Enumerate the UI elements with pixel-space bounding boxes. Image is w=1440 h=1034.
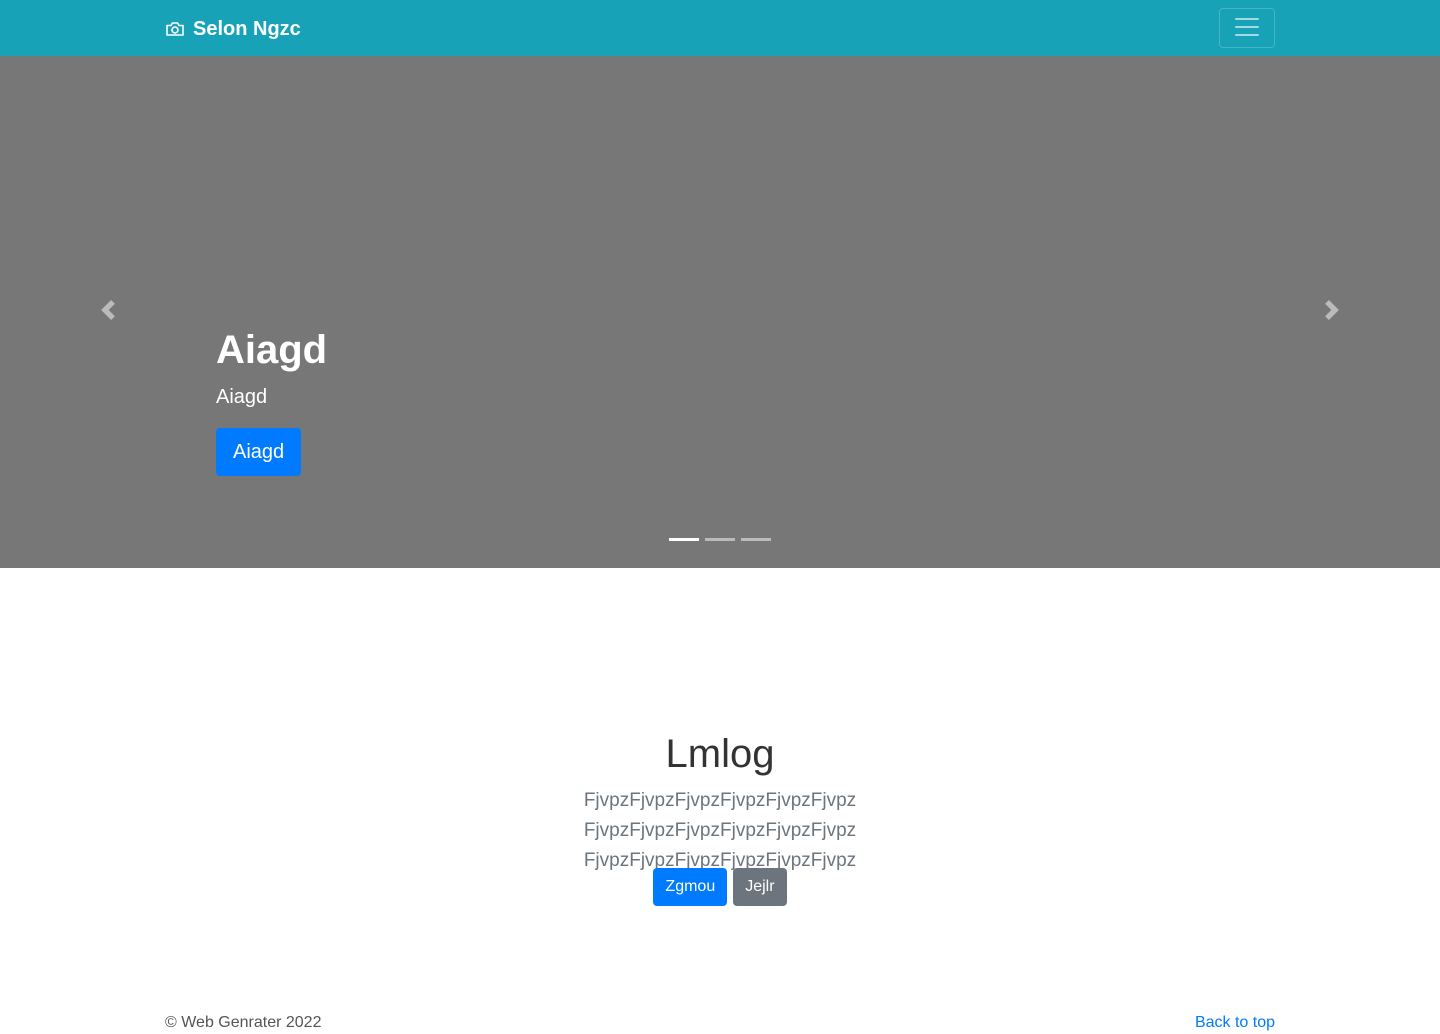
hamburger-menu-icon (1232, 12, 1262, 45)
brand-name: Selon Ngzc (193, 17, 301, 40)
section-button-row: Zgmou Jejlr (0, 868, 1440, 906)
secondary-action-button[interactable]: Jejlr (733, 868, 787, 906)
carousel-next-button[interactable] (1312, 292, 1352, 332)
brand-link[interactable]: Selon Ngzc (165, 16, 301, 42)
carousel-subtitle: Aiagd (216, 386, 268, 408)
section-lead-text: FjvpzFjvpzFjvpzFjvpzFjvpzFjvpz FjvpzFjvp… (583, 790, 857, 871)
carousel-cta-button[interactable]: Aiagd (216, 428, 302, 476)
jumbotron-section: Lmlog FjvpzFjvpzFjvpzFjvpzFjvpzFjvpz Fjv… (0, 568, 1440, 988)
camera-icon (165, 19, 185, 39)
footer-copyright: © Web Genrater 2022 (165, 1014, 322, 1031)
carousel-title: Aiagd (216, 328, 328, 372)
primary-action-button[interactable]: Zgmou (653, 868, 728, 906)
chevron-right-icon (1322, 299, 1342, 325)
section-title: Lmlog (665, 732, 775, 776)
hero-carousel: Aiagd Aiagd Aiagd (0, 56, 1440, 568)
back-to-top-link[interactable]: Back to top (1195, 1012, 1275, 1034)
carousel-indicator-3[interactable] (741, 538, 771, 541)
chevron-left-icon (98, 299, 118, 325)
carousel-caption: Aiagd Aiagd Aiagd (216, 326, 327, 476)
navbar: Selon Ngzc (0, 0, 1440, 56)
carousel-indicator-2[interactable] (705, 538, 735, 541)
navbar-toggler-button[interactable] (1219, 8, 1275, 48)
carousel-indicator-1[interactable] (669, 538, 699, 541)
carousel-prev-button[interactable] (88, 292, 128, 332)
carousel-indicators (0, 538, 1440, 541)
